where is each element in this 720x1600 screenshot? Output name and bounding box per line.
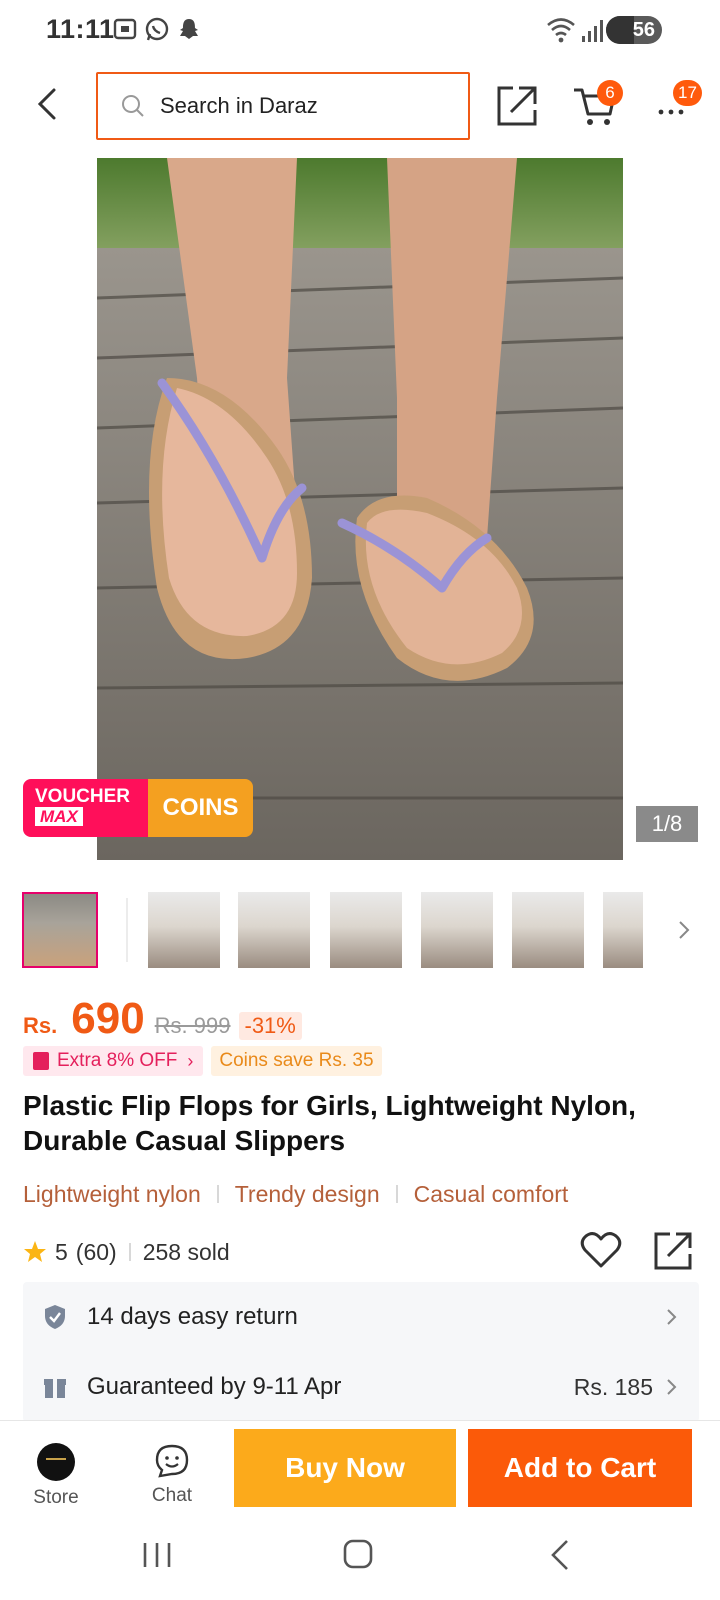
share-icon[interactable] (495, 84, 539, 128)
delivery-fee: Rs. 185 (573, 1373, 653, 1400)
thumbnail-2[interactable] (148, 892, 220, 968)
top-header: Search in Daraz 6 17 (0, 64, 720, 148)
chevron-right-icon: › (187, 1050, 194, 1071)
search-icon (122, 95, 144, 117)
add-to-cart-button[interactable]: Add to Cart (468, 1429, 692, 1507)
tag-separator (216, 1185, 219, 1203)
feature-tags: Lightweight nylon Trendy design Casual c… (23, 1176, 568, 1212)
service-card: 14 days easy return Guaranteed by 9-11 A… (23, 1282, 699, 1422)
max-text: MAX (35, 807, 83, 826)
signal-icon (582, 20, 603, 42)
chat-smile-icon (155, 1444, 189, 1478)
system-nav-bar (0, 1520, 720, 1600)
gift-box-icon (44, 1379, 66, 1398)
voucher-max-label: VOUCHER MAX (23, 779, 148, 837)
thumbnail-divider (126, 898, 128, 962)
sold-count: 258 sold (142, 1238, 230, 1265)
image-counter: 1/8 (636, 806, 698, 842)
chat-label: Chat (151, 1485, 193, 1506)
battery-indicator: 56 (606, 16, 662, 44)
thumbnail-strip (22, 892, 702, 968)
thumbnail-5[interactable] (421, 892, 493, 968)
rating-row[interactable]: 5 (60) 258 sold (23, 1234, 230, 1270)
status-bar: 11:11 56 (0, 0, 720, 64)
coins-label: COINS (148, 779, 253, 837)
coins-save-label: Coins save Rs. 35 (211, 1046, 382, 1076)
voucher-max-coins-badge: VOUCHER MAX COINS (23, 779, 253, 837)
price-original: Rs. 999 (154, 1013, 231, 1038)
search-placeholder: Search in Daraz (160, 93, 318, 118)
thumbnail-6[interactable] (512, 892, 584, 968)
feature-tag: Trendy design (234, 1180, 380, 1207)
back-arrow-icon[interactable] (30, 86, 66, 122)
share-icon[interactable] (652, 1230, 694, 1272)
whatsapp-icon (144, 16, 170, 42)
voucher-text: VOUCHER (35, 786, 131, 807)
back-nav-icon[interactable] (548, 1538, 572, 1572)
buy-now-button[interactable]: Buy Now (234, 1429, 456, 1507)
notification-icons (112, 16, 202, 42)
delivery-row[interactable]: Guaranteed by 9-11 Apr Rs. 185 (23, 1352, 699, 1422)
search-input[interactable]: Search in Daraz (96, 72, 470, 140)
recent-apps-icon[interactable] (140, 1540, 174, 1570)
delivery-label: Guaranteed by 9-11 Apr (87, 1373, 342, 1400)
more-count-badge: 17 (673, 80, 702, 106)
easy-return-row[interactable]: 14 days easy return (23, 1282, 699, 1352)
shield-check-icon (45, 1305, 65, 1329)
screenshot-icon (112, 16, 138, 42)
wishlist-heart-icon[interactable] (580, 1230, 622, 1270)
snapchat-icon (176, 16, 202, 42)
chat-button[interactable]: Chat (136, 1443, 208, 1515)
bottom-action-bar: Store Chat Buy Now Add to Cart (0, 1420, 720, 1520)
store-logo (37, 1443, 75, 1481)
product-image[interactable] (97, 158, 623, 860)
thumbnail-7[interactable] (603, 892, 643, 968)
store-button[interactable]: Store (20, 1443, 92, 1515)
price-currency: Rs. (23, 1013, 58, 1038)
review-count: (60) (75, 1238, 117, 1265)
promo-tags: Extra 8% OFF › Coins save Rs. 35 (23, 1046, 382, 1076)
price-block: Rs. 690 Rs. 999 -31% (23, 994, 302, 1050)
discount-badge: -31% (238, 1012, 302, 1040)
chevron-right-icon (667, 1379, 677, 1395)
battery-level: 56 (632, 18, 655, 41)
store-label: Store (33, 1487, 79, 1508)
product-title: Plastic Flip Flops for Girls, Lightweigh… (23, 1090, 636, 1156)
tag-separator (395, 1185, 398, 1203)
cart-count-badge: 6 (597, 80, 623, 106)
price-current: 690 (71, 994, 145, 1043)
thumbnail-1[interactable] (22, 892, 98, 968)
status-time: 11:11 (46, 14, 115, 44)
home-icon[interactable] (342, 1538, 374, 1570)
easy-return-label: 14 days easy return (87, 1303, 298, 1330)
feature-tag: Lightweight nylon (23, 1180, 201, 1207)
voucher-ticket-icon (33, 1052, 49, 1070)
feature-tag: Casual comfort (413, 1180, 569, 1207)
chevron-right-icon[interactable] (672, 914, 696, 946)
extra-off-label: Extra 8% OFF (57, 1050, 178, 1071)
star-icon (24, 1241, 46, 1262)
product-photo (97, 158, 623, 860)
thumbnail-4[interactable] (330, 892, 402, 968)
chevron-right-icon (667, 1309, 677, 1325)
wifi-icon (547, 18, 575, 43)
extra-off-promo[interactable]: Extra 8% OFF › (23, 1046, 204, 1076)
thumbnail-3[interactable] (238, 892, 310, 968)
rating-value: 5 (55, 1238, 68, 1265)
meta-separator (128, 1243, 131, 1261)
